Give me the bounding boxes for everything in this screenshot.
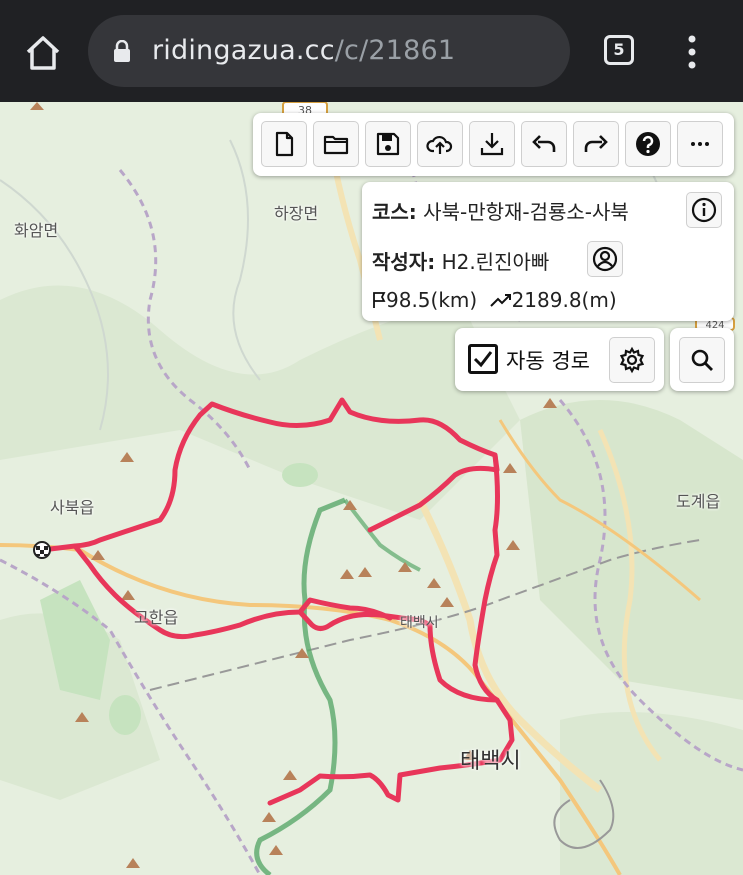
- place-label: 하장면: [274, 204, 319, 223]
- url-path: /c/21861: [334, 35, 456, 66]
- download-icon: [480, 133, 504, 156]
- redo-icon: [584, 135, 608, 152]
- home-icon: [26, 36, 60, 70]
- stats-row: 98.5(km) 2189.8(m): [372, 288, 617, 312]
- undo-icon: [532, 135, 556, 152]
- place-label: 도계읍: [676, 492, 721, 511]
- editor-toolbar: [253, 113, 734, 176]
- author-row: 작성자: H2.린진아빠: [372, 246, 549, 275]
- more-button[interactable]: [677, 121, 723, 167]
- download-button[interactable]: [469, 121, 515, 167]
- auto-route-checkbox[interactable]: [468, 344, 498, 374]
- course-info-button[interactable]: [686, 192, 722, 228]
- route-settings-button[interactable]: [609, 337, 655, 383]
- more-vertical-icon: [688, 35, 696, 69]
- save-icon: [376, 132, 400, 156]
- browser-toolbar: ridingazua.cc/c/21861 5: [0, 0, 743, 102]
- place-label: 고한읍: [134, 608, 179, 627]
- url-domain: ridingazua.cc: [152, 35, 335, 66]
- elevation-value: 2189.8(m): [511, 288, 617, 312]
- flag-icon: [373, 292, 386, 308]
- author-label: 작성자:: [372, 250, 436, 274]
- home-button[interactable]: [20, 30, 66, 76]
- place-label: 태백시: [400, 615, 439, 631]
- auto-route-label: 자동 경로: [506, 349, 590, 373]
- address-bar[interactable]: ridingazua.cc/c/21861: [88, 15, 570, 87]
- save-course-button[interactable]: [365, 121, 411, 167]
- author-profile-button[interactable]: [587, 241, 623, 277]
- url-text: ridingazua.cc/c/21861: [152, 32, 455, 70]
- place-label: 화암면: [14, 221, 59, 240]
- lock-icon: [114, 40, 130, 62]
- search-icon: [691, 349, 713, 371]
- open-course-button[interactable]: [313, 121, 359, 167]
- new-course-button[interactable]: [261, 121, 307, 167]
- distance-value: 98.5(km): [386, 288, 478, 312]
- course-label: 코스:: [372, 200, 417, 224]
- more-icon: [691, 142, 709, 146]
- course-info-panel: 코스: 사북-만항재-검룡소-사북 작성자: H2.린진아빠 98.5(km) …: [362, 182, 734, 321]
- author-name: H2.린진아빠: [441, 250, 550, 274]
- search-panel: [670, 328, 734, 391]
- info-icon: [691, 197, 717, 223]
- place-label: 태백시: [460, 749, 521, 774]
- open-folder-icon: [323, 135, 349, 155]
- search-button[interactable]: [679, 337, 725, 383]
- elevation-gain-icon: [489, 294, 511, 307]
- course-name: 사북-만항재-검룡소-사북: [423, 200, 629, 224]
- gear-icon: [619, 346, 645, 374]
- cloud-upload-icon: [426, 135, 453, 154]
- help-icon: [636, 132, 660, 156]
- browser-menu-button[interactable]: [682, 32, 702, 72]
- undo-button[interactable]: [521, 121, 567, 167]
- checkmark-icon: [473, 351, 493, 368]
- auto-route-panel: 자동 경로: [455, 328, 664, 391]
- tab-switcher-button[interactable]: 5: [604, 35, 634, 65]
- redo-button[interactable]: [573, 121, 619, 167]
- upload-button[interactable]: [417, 121, 463, 167]
- new-file-icon: [275, 131, 294, 157]
- course-row: 코스: 사북-만항재-검룡소-사북: [372, 196, 629, 225]
- user-icon: [592, 246, 618, 272]
- help-button[interactable]: [625, 121, 671, 167]
- place-label: 사북읍: [50, 498, 95, 517]
